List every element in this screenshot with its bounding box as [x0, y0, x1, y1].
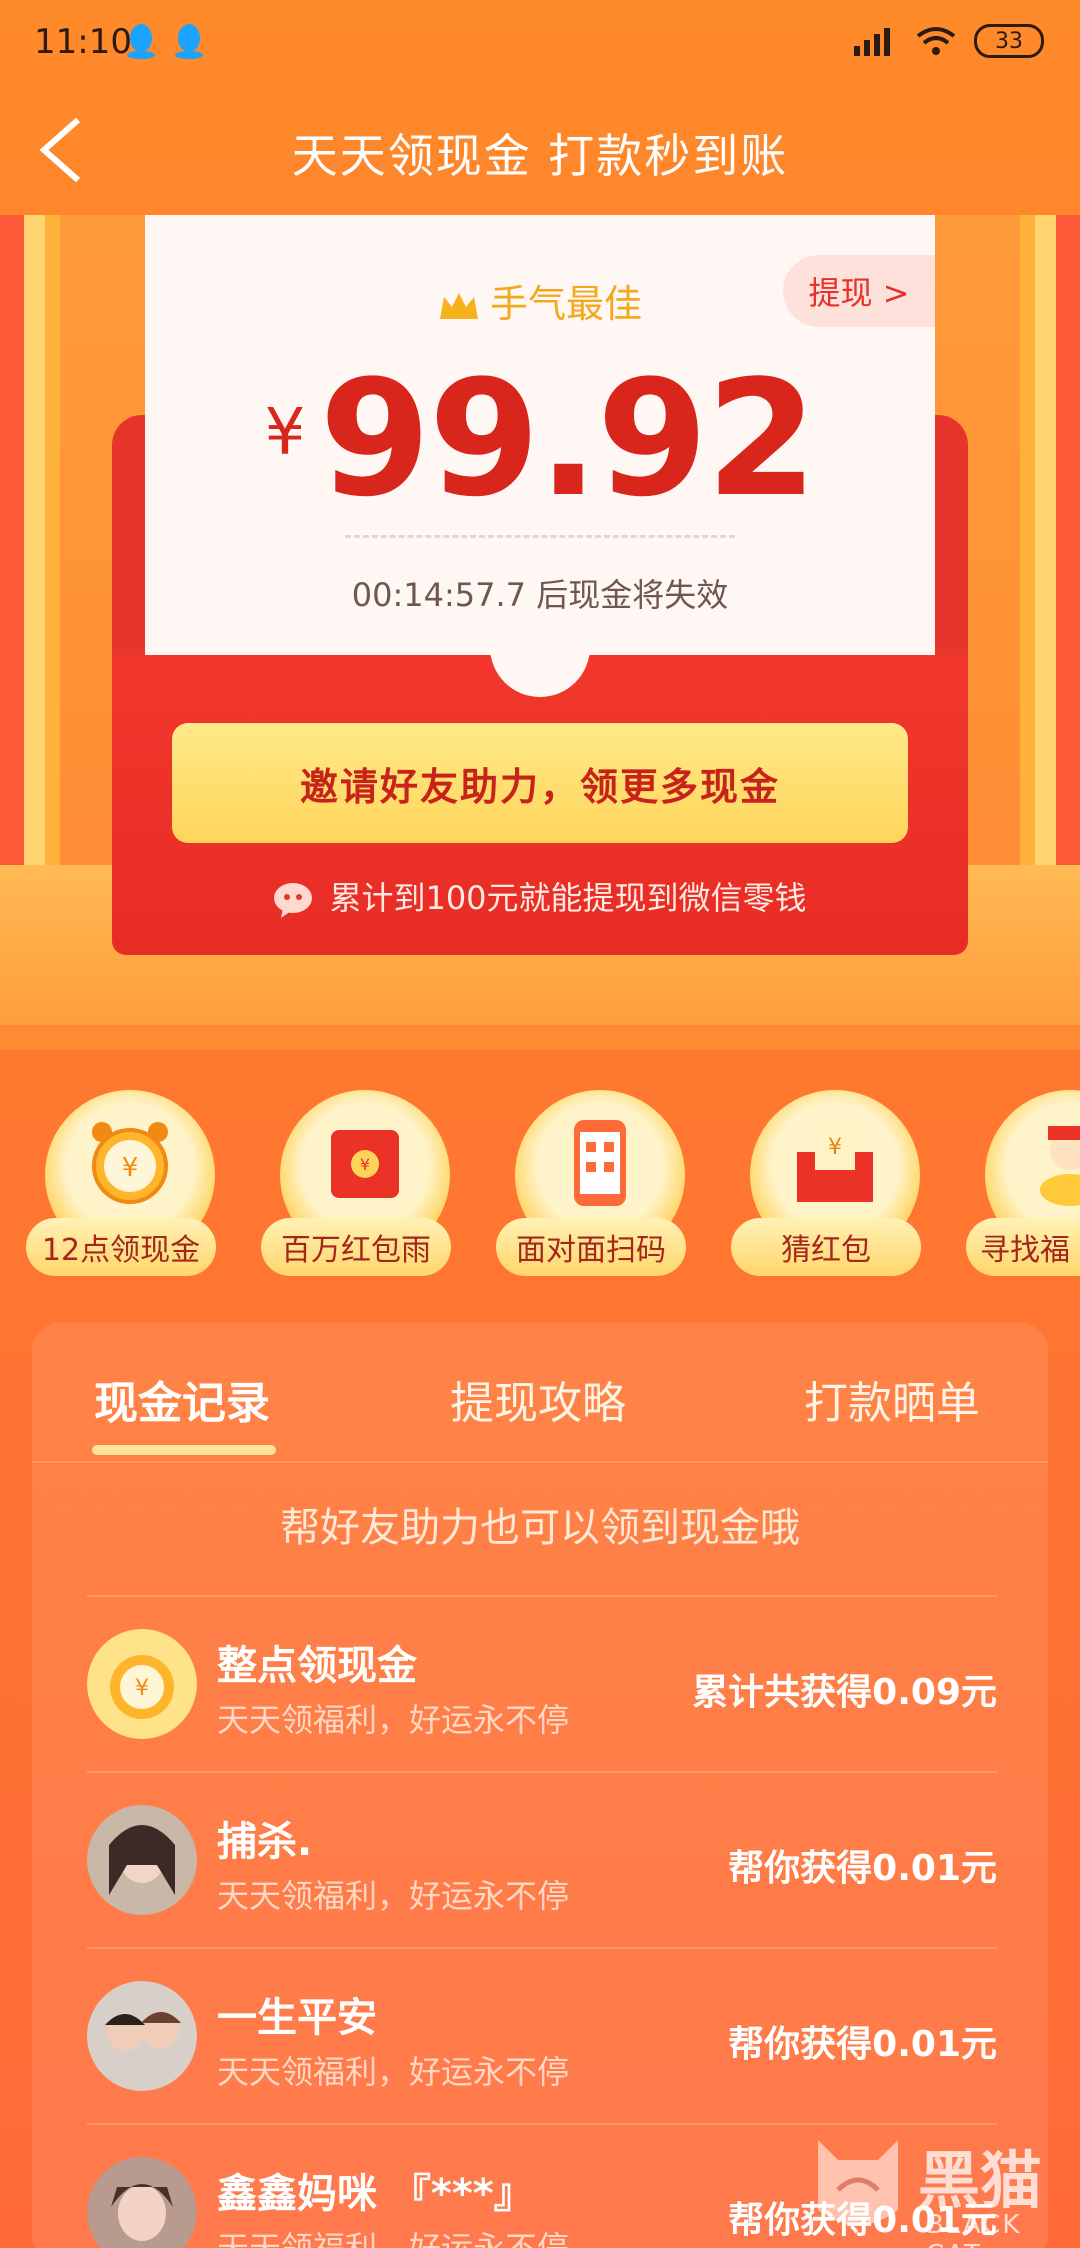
- crown-icon: [439, 292, 478, 319]
- record-row[interactable]: 一生平安 天天领福利，好运永不停 帮你获得0.01元: [87, 1947, 997, 2123]
- amount-value: 99.92: [319, 345, 817, 532]
- avatar: [87, 1981, 197, 2091]
- shortcut-label: 猜红包: [731, 1218, 921, 1276]
- red-envelope-icon: ¥: [331, 1130, 399, 1198]
- wifi-icon: [916, 27, 956, 55]
- withdraw-button[interactable]: 提现 >: [783, 255, 935, 327]
- record-name: 捕杀.: [217, 1819, 313, 1865]
- tab-withdraw-guide[interactable]: 提现攻略: [450, 1367, 626, 1431]
- qq-icon: [127, 24, 155, 59]
- shortcut-guess-envelope[interactable]: ¥ 猜红包: [725, 1090, 925, 1290]
- currency-symbol: ¥: [264, 396, 306, 470]
- record-subtitle: 天天领福利，好运永不停: [217, 1701, 570, 1739]
- svg-text:¥: ¥: [828, 1135, 842, 1160]
- best-luck-label: 手气最佳: [489, 282, 642, 326]
- shortcut-noon-cash[interactable]: ¥ 12点领现金: [20, 1090, 220, 1290]
- cash-card: 手气最佳 提现 > ¥99.92 00:14:57.7 后现金将失效: [145, 215, 935, 675]
- shortcut-face-to-face-scan[interactable]: 面对面扫码: [490, 1090, 690, 1290]
- status-bar: 11:10 33: [0, 0, 1080, 90]
- record-amount: 累计共获得0.09元: [692, 1672, 997, 1713]
- divider: [345, 535, 735, 538]
- svg-text:¥: ¥: [360, 1155, 370, 1174]
- status-time: 11:10: [34, 22, 132, 62]
- record-amount: 帮你获得0.01元: [728, 2024, 997, 2065]
- decor-pillar: [0, 215, 60, 915]
- record-name: 一生平安: [217, 1995, 377, 2041]
- battery-indicator: 33: [974, 24, 1044, 58]
- tab-payout-showcase[interactable]: 打款晒单: [804, 1367, 980, 1431]
- avatar: [87, 2157, 197, 2248]
- tab-bar: 现金记录 提现攻略 打款晒单: [32, 1323, 1048, 1463]
- records-panel: 现金记录 提现攻略 打款晒单 帮好友助力也可以领到现金哦 ¥ 整点领现金 天天领…: [32, 1323, 1048, 2248]
- record-amount: 帮你获得0.01元: [728, 1848, 997, 1889]
- watermark-subtext: BLACK CAT: [926, 2210, 1022, 2248]
- wechat-icon: [274, 883, 313, 918]
- watermark-text: 黑猫: [918, 2144, 1043, 2217]
- record-subtitle: 天天领福利，好运永不停: [217, 2053, 570, 2091]
- svg-text:¥: ¥: [135, 1676, 149, 1701]
- alarm-clock-icon: ¥: [92, 1122, 168, 1204]
- red-envelope-guess-icon: ¥: [797, 1122, 873, 1202]
- record-name: 整点领现金: [217, 1643, 417, 1689]
- cash-amount: ¥99.92: [145, 345, 935, 532]
- record-row[interactable]: 捕杀. 天天领福利，好运永不停 帮你获得0.01元: [87, 1771, 997, 1947]
- svg-text:¥: ¥: [122, 1153, 139, 1183]
- shortcut-label: 12点领现金: [26, 1218, 216, 1276]
- wechat-withdraw-note: 累计到100元就能提现到微信零钱: [112, 873, 968, 920]
- alarm-clock-icon: ¥: [87, 1629, 197, 1739]
- cash-envelope-hero: 手气最佳 提现 > ¥99.92 00:14:57.7 后现金将失效 邀请好友助…: [0, 215, 1080, 1050]
- envelope-front: 邀请好友助力，领更多现金 累计到100元就能提现到微信零钱: [112, 637, 968, 955]
- tab-cash-records[interactable]: 现金记录: [94, 1367, 270, 1431]
- record-subtitle: 天天领福利，好运永不停: [217, 2229, 570, 2248]
- shortcut-label: 寻找福: [966, 1218, 1080, 1276]
- signal-icon: [854, 28, 890, 56]
- blackcat-watermark: 黑猫 BLACK CAT: [808, 2130, 1080, 2248]
- fortune-god-icon: [1040, 1126, 1080, 1206]
- shortcut-find-fortune[interactable]: 寻找福: [960, 1090, 1080, 1290]
- shortcut-label: 百万红包雨: [261, 1218, 451, 1276]
- qq-icon: [175, 24, 203, 59]
- page-title: 天天领现金 打款秒到账: [291, 129, 789, 183]
- avatar: [87, 1805, 197, 1915]
- expiry-countdown: 00:14:57.7 后现金将失效: [351, 576, 729, 614]
- shortcut-red-envelope-rain[interactable]: ¥ 百万红包雨: [255, 1090, 455, 1290]
- cat-logo-icon: [818, 2140, 898, 2225]
- tab-indicator: [92, 1445, 276, 1455]
- record-row[interactable]: ¥ 整点领现金 天天领福利，好运永不停 累计共获得0.09元: [87, 1595, 997, 1771]
- qr-code-phone-icon: [574, 1120, 626, 1206]
- record-name: 鑫鑫妈咪 『***』: [217, 2171, 534, 2217]
- envelope-notch: [490, 637, 590, 697]
- record-subtitle: 天天领福利，好运永不停: [217, 1877, 570, 1915]
- help-friends-tip: 帮好友助力也可以领到现金哦: [280, 1505, 800, 1551]
- shortcut-label: 面对面扫码: [496, 1218, 686, 1276]
- nav-bar: 天天领现金 打款秒到账: [0, 90, 1080, 215]
- shortcut-row: ¥ 12点领现金 ¥ 百万红包雨 面对面扫码 ¥ 猜红包 寻找福: [0, 1090, 1080, 1290]
- decor-pillar: [1020, 215, 1080, 915]
- wechat-note-text: 累计到100元就能提现到微信零钱: [329, 879, 807, 917]
- invite-friends-button[interactable]: 邀请好友助力，领更多现金: [172, 723, 908, 843]
